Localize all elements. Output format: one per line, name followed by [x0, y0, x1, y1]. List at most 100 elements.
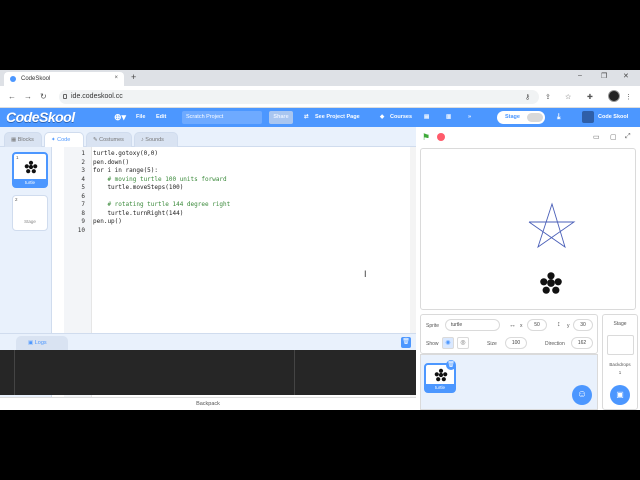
turtle-icon	[434, 368, 448, 382]
sprite-name-input[interactable]: turtle	[445, 319, 500, 331]
direction-label: Direction	[545, 341, 565, 347]
sprite-number: 2	[15, 197, 18, 202]
size-label: Size	[487, 341, 497, 347]
backpack-bar[interactable]: Backpack	[0, 397, 416, 410]
sprite-card-stage[interactable]: 2 Stage	[12, 195, 48, 231]
code-line: turtle.moveSteps(100)	[93, 184, 184, 191]
share-button[interactable]: Share	[269, 111, 293, 124]
extensions-puzzle-icon[interactable]: ✚	[587, 93, 593, 101]
browser-tab-bar: CodeSkool × + – ❐ ✕	[0, 70, 640, 86]
close-window-button[interactable]: ✕	[623, 72, 629, 80]
size-input[interactable]: 100	[505, 337, 527, 349]
line-number: 4	[81, 175, 85, 183]
x-arrows-icon: ↔	[509, 322, 516, 329]
see-project-page-button[interactable]: See Project Page	[315, 114, 360, 120]
x-position-input[interactable]: 50	[527, 319, 547, 331]
hide-eye-icon[interactable]: ◎	[457, 337, 469, 349]
download-icon[interactable]: ⤓	[557, 112, 561, 122]
code-comment: # moving turtle 100 units forward	[93, 175, 227, 183]
codeskool-logo[interactable]: CodeSkool	[6, 109, 75, 125]
edit-menu[interactable]: Edit	[156, 114, 166, 120]
sprite-number: 1	[16, 155, 19, 160]
logs-tab[interactable]: ▣ Logs	[16, 336, 68, 351]
code-line: pen.up()	[93, 218, 122, 225]
y-position-input[interactable]: 30	[573, 319, 593, 331]
stage-panel-title: Stage	[613, 321, 627, 327]
browser-tab[interactable]: CodeSkool ×	[4, 72, 124, 86]
show-label: Show	[426, 341, 439, 347]
tab-code[interactable]: ✦ Code	[44, 132, 84, 147]
tab-costumes[interactable]: ✎ Costumes	[86, 132, 132, 147]
clear-logs-trash-icon[interactable]: 🗑	[401, 337, 411, 348]
stage-canvas[interactable]	[420, 148, 636, 310]
tab-close-icon[interactable]: ×	[114, 75, 118, 81]
direction-input[interactable]: 162	[571, 337, 593, 349]
profile-avatar[interactable]	[608, 90, 620, 102]
double-chevron-icon[interactable]: »	[468, 114, 471, 120]
tab-sounds-label: Sounds	[145, 137, 164, 143]
url-text: ide.codeskool.cc	[71, 93, 123, 100]
language-globe-icon[interactable]: ⊕▾	[114, 112, 126, 123]
sprite-info-panel: Sprite turtle ↔ x 50 ↕ y 30 Show ◉ ◎ Siz…	[420, 314, 598, 354]
share-page-icon[interactable]: ⇪	[545, 93, 551, 101]
large-stage-icon[interactable]: ▢	[610, 133, 617, 141]
tab-costumes-label: Costumes	[99, 137, 124, 143]
tab-sounds[interactable]: ♪ Sounds	[134, 132, 178, 147]
tab-title: CodeSkool	[21, 76, 51, 82]
app-menubar: CodeSkool ⊕▾ File Edit Scratch Project S…	[0, 108, 640, 127]
line-number: 1	[81, 150, 85, 157]
tab-blocks-label: Blocks	[17, 137, 34, 143]
maximize-window-button[interactable]: ❐	[601, 72, 607, 80]
show-visible-eye-icon[interactable]: ◉	[442, 337, 454, 349]
forward-arrow-icon[interactable]: →	[24, 92, 32, 101]
see-project-page-icon: ⇄	[304, 114, 309, 120]
code-line: for i in range(5):	[93, 167, 159, 174]
console-divider	[294, 350, 295, 395]
courses-button[interactable]: Courses	[390, 114, 412, 120]
user-avatar[interactable]	[582, 111, 594, 123]
project-title-input[interactable]: Scratch Project	[182, 111, 262, 124]
code-comment: # rotating turtle 144 degree right	[93, 201, 231, 208]
logs-tab-label: Logs	[34, 340, 47, 346]
file-menu[interactable]: File	[136, 114, 145, 120]
stage-header	[416, 127, 640, 147]
user-menu[interactable]: Code Skool	[598, 114, 628, 120]
line-number: 10	[77, 226, 85, 234]
browser-menu-icon[interactable]: ⋮	[625, 93, 632, 101]
console-divider	[14, 350, 15, 395]
star-pen-trail	[528, 202, 576, 249]
book-icon[interactable]: ▥	[446, 114, 451, 120]
line-number: 3	[81, 167, 85, 174]
stop-button[interactable]	[437, 133, 445, 141]
reload-icon[interactable]: ↻	[40, 92, 47, 101]
bookmark-star-icon[interactable]: ☆	[565, 93, 571, 101]
code-line: pen.down()	[93, 158, 130, 166]
console-output	[0, 350, 416, 395]
sprite-card-label: turtle	[14, 179, 46, 186]
minimize-window-button[interactable]: –	[578, 72, 582, 79]
sprite-tile-label: turtle	[426, 384, 454, 391]
green-flag-icon[interactable]: ⚑	[422, 132, 430, 143]
address-bar[interactable]: ide.codeskool.cc	[59, 90, 539, 104]
sprite-label: Sprite	[426, 323, 440, 329]
line-number: 9	[81, 218, 85, 225]
new-tab-button[interactable]: +	[131, 72, 136, 82]
key-icon[interactable]: ⚷	[525, 93, 530, 101]
sprite-card-label: Stage	[24, 219, 36, 224]
delete-sprite-trash-icon[interactable]: 🗑	[446, 360, 456, 370]
add-backdrop-icon[interactable]: ▣	[610, 385, 630, 405]
sprite-card-turtle[interactable]: 1 turtle	[12, 152, 48, 188]
logs-bar: ▣ Logs 🗑	[0, 333, 416, 351]
layout-icon[interactable]: ▤	[424, 114, 429, 120]
lock-icon	[63, 94, 67, 99]
tab-blocks[interactable]: ▦ Blocks	[4, 132, 42, 147]
add-sprite-cat-icon[interactable]: ☺	[572, 385, 592, 405]
stage-toggle[interactable]: Stage	[497, 111, 545, 124]
line-number: 8	[81, 209, 85, 217]
fullscreen-icon[interactable]: ⤢	[625, 133, 631, 141]
line-number: 6	[81, 192, 85, 200]
stage-thumbnail	[607, 335, 634, 355]
back-arrow-icon[interactable]: ←	[8, 92, 16, 101]
small-stage-icon[interactable]: ▭	[593, 133, 600, 141]
stage-toggle-label: Stage	[505, 114, 520, 120]
